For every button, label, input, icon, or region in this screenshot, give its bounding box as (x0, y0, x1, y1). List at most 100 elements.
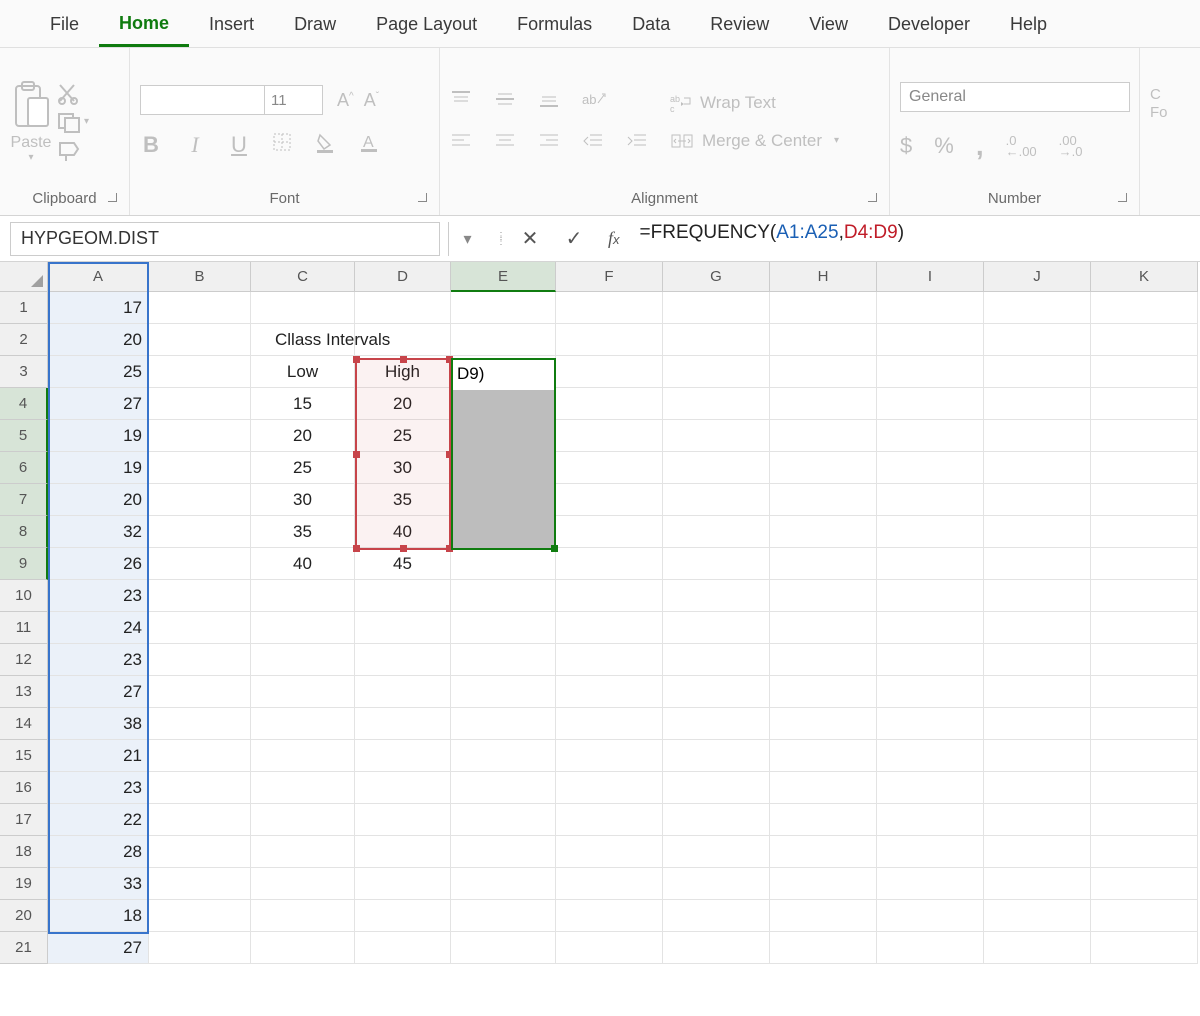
cell-F16[interactable] (556, 772, 663, 804)
cell-F3[interactable] (556, 356, 663, 388)
cell-F10[interactable] (556, 580, 663, 612)
cell-H15[interactable] (770, 740, 877, 772)
cell-K11[interactable] (1091, 612, 1198, 644)
cell-G16[interactable] (663, 772, 770, 804)
cell-F20[interactable] (556, 900, 663, 932)
cell-F9[interactable] (556, 548, 663, 580)
cell-C15[interactable] (251, 740, 355, 772)
cell-H3[interactable] (770, 356, 877, 388)
cell-H16[interactable] (770, 772, 877, 804)
cell-I6[interactable] (877, 452, 984, 484)
cell-E12[interactable] (451, 644, 556, 676)
cell-D7[interactable]: 35 (355, 484, 451, 516)
cell-I14[interactable] (877, 708, 984, 740)
cell-D10[interactable] (355, 580, 451, 612)
row-header-11[interactable]: 11 (0, 612, 48, 644)
align-left-icon[interactable] (450, 132, 472, 155)
cell-G8[interactable] (663, 516, 770, 548)
cell-H17[interactable] (770, 804, 877, 836)
tab-review[interactable]: Review (690, 2, 789, 45)
name-box[interactable]: HYPGEOM.DIST (10, 222, 440, 256)
cell-J11[interactable] (984, 612, 1091, 644)
cell-H10[interactable] (770, 580, 877, 612)
cell-G7[interactable] (663, 484, 770, 516)
cell-E14[interactable] (451, 708, 556, 740)
cell-G19[interactable] (663, 868, 770, 900)
cell-G17[interactable] (663, 804, 770, 836)
cell-F4[interactable] (556, 388, 663, 420)
cell-D1[interactable] (355, 292, 451, 324)
cell-H14[interactable] (770, 708, 877, 740)
cell-I21[interactable] (877, 932, 984, 964)
paste-dropdown-icon[interactable]: ▾ (28, 152, 33, 163)
cell-J3[interactable] (984, 356, 1091, 388)
tab-file[interactable]: File (30, 2, 99, 45)
row-header-10[interactable]: 10 (0, 580, 48, 612)
cell-C1[interactable] (251, 292, 355, 324)
cell-J14[interactable] (984, 708, 1091, 740)
cell-E8[interactable] (451, 516, 556, 548)
cell-B15[interactable] (149, 740, 251, 772)
font-size-input[interactable] (265, 85, 323, 115)
cell-G1[interactable] (663, 292, 770, 324)
align-middle-icon[interactable] (494, 89, 516, 114)
paste-button[interactable]: Paste (11, 134, 52, 152)
cell-B1[interactable] (149, 292, 251, 324)
cell-I13[interactable] (877, 676, 984, 708)
cell-H5[interactable] (770, 420, 877, 452)
cell-K20[interactable] (1091, 900, 1198, 932)
row-header-15[interactable]: 15 (0, 740, 48, 772)
cell-G20[interactable] (663, 900, 770, 932)
cell-C17[interactable] (251, 804, 355, 836)
cell-J15[interactable] (984, 740, 1091, 772)
cell-B8[interactable] (149, 516, 251, 548)
cell-F2[interactable] (556, 324, 663, 356)
cell-K15[interactable] (1091, 740, 1198, 772)
cell-H2[interactable] (770, 324, 877, 356)
row-header-19[interactable]: 19 (0, 868, 48, 900)
row-header-14[interactable]: 14 (0, 708, 48, 740)
cell-E21[interactable] (451, 932, 556, 964)
cell-A20[interactable]: 18 (48, 900, 149, 932)
cell-I17[interactable] (877, 804, 984, 836)
cell-E16[interactable] (451, 772, 556, 804)
cell-D20[interactable] (355, 900, 451, 932)
tab-formulas[interactable]: Formulas (497, 2, 612, 45)
cell-C10[interactable] (251, 580, 355, 612)
cell-A15[interactable]: 21 (48, 740, 149, 772)
cell-G4[interactable] (663, 388, 770, 420)
bold-button[interactable]: B (140, 132, 162, 158)
cell-J17[interactable] (984, 804, 1091, 836)
cell-D4[interactable]: 20 (355, 388, 451, 420)
cell-K12[interactable] (1091, 644, 1198, 676)
cell-E4[interactable] (451, 388, 556, 420)
cell-G15[interactable] (663, 740, 770, 772)
decrease-indent-icon[interactable] (582, 132, 604, 155)
cell-A12[interactable]: 23 (48, 644, 149, 676)
cell-F19[interactable] (556, 868, 663, 900)
cell-B9[interactable] (149, 548, 251, 580)
cell-K8[interactable] (1091, 516, 1198, 548)
cell-J18[interactable] (984, 836, 1091, 868)
comma-format-icon[interactable]: , (976, 130, 984, 162)
wrap-text-button[interactable]: abc Wrap Text (670, 93, 839, 113)
cell-B11[interactable] (149, 612, 251, 644)
cell-I16[interactable] (877, 772, 984, 804)
cell-J8[interactable] (984, 516, 1091, 548)
cell-G10[interactable] (663, 580, 770, 612)
cell-A2[interactable]: 20 (48, 324, 149, 356)
number-format-select[interactable] (900, 82, 1130, 112)
tab-pagelayout[interactable]: Page Layout (356, 2, 497, 45)
cell-E13[interactable] (451, 676, 556, 708)
cell-A4[interactable]: 27 (48, 388, 149, 420)
cell-A6[interactable]: 19 (48, 452, 149, 484)
cell-I18[interactable] (877, 836, 984, 868)
cell-B4[interactable] (149, 388, 251, 420)
tab-data[interactable]: Data (612, 2, 690, 45)
name-box-dropdown-icon[interactable]: ▾ (448, 222, 486, 256)
cell-J4[interactable] (984, 388, 1091, 420)
cell-B14[interactable] (149, 708, 251, 740)
tab-help[interactable]: Help (990, 2, 1067, 45)
cell-H1[interactable] (770, 292, 877, 324)
cell-E5[interactable] (451, 420, 556, 452)
